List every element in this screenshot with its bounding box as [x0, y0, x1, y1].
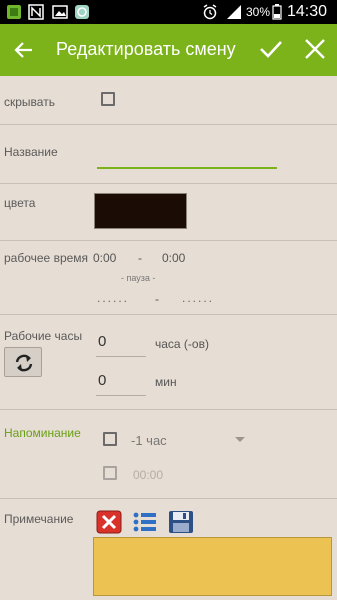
- minutes-unit: мин: [155, 375, 177, 389]
- sync-notification-icon: [75, 5, 89, 19]
- divider: [0, 409, 337, 410]
- pause-start[interactable]: ......: [97, 291, 129, 305]
- pause-label: - пауза -: [121, 273, 156, 283]
- save-icon[interactable]: [168, 510, 194, 534]
- divider: [0, 124, 337, 125]
- name-input[interactable]: [97, 151, 277, 169]
- app-notification-icon: [7, 5, 21, 19]
- start-time[interactable]: 0:00: [93, 251, 116, 265]
- recalculate-button[interactable]: [4, 347, 42, 377]
- color-swatch[interactable]: [94, 193, 187, 229]
- pause-separator: -: [155, 292, 159, 306]
- time-separator: -: [138, 251, 142, 265]
- status-bar: 30% 14:30: [0, 0, 337, 24]
- color-label: цвета: [4, 196, 36, 210]
- hours-input[interactable]: 0: [98, 333, 106, 350]
- work-time-label: рабочее время: [4, 251, 89, 265]
- signal-icon: [227, 5, 241, 19]
- divider: [0, 314, 337, 315]
- hours-input-underline: [96, 356, 146, 357]
- name-label: Название: [4, 145, 58, 159]
- reminder-time[interactable]: 00:00: [133, 468, 163, 482]
- hide-label: скрывать: [4, 95, 55, 109]
- divider: [0, 498, 337, 499]
- divider: [0, 240, 337, 241]
- close-icon[interactable]: [303, 37, 327, 61]
- minutes-input-underline: [96, 395, 146, 396]
- page-title: Редактировать смену: [56, 39, 236, 59]
- battery-icon: [272, 4, 282, 20]
- status-clock: 14:30: [287, 3, 328, 20]
- list-icon[interactable]: [132, 510, 158, 534]
- hide-checkbox[interactable]: [101, 92, 115, 106]
- chevron-down-icon[interactable]: [235, 437, 245, 442]
- reminder-time-checkbox[interactable]: [103, 466, 117, 480]
- end-time[interactable]: 0:00: [162, 251, 185, 265]
- pause-end[interactable]: ......: [182, 291, 214, 305]
- arrow-back-icon[interactable]: [12, 38, 36, 62]
- reminder-checkbox[interactable]: [103, 432, 117, 446]
- reminder-dropdown[interactable]: -1 час: [131, 433, 167, 448]
- refresh-icon: [15, 354, 33, 372]
- battery-percent: 30%: [246, 5, 271, 19]
- image-notification-icon: [52, 5, 68, 19]
- minutes-input[interactable]: 0: [98, 372, 106, 389]
- note-label: Примечание: [4, 512, 74, 526]
- delete-icon[interactable]: [96, 510, 122, 534]
- app-bar: Редактировать смену: [0, 24, 337, 76]
- check-icon[interactable]: [258, 36, 284, 62]
- divider: [0, 183, 337, 184]
- alarm-icon: [203, 4, 217, 20]
- work-hours-label: Рабочие часы: [4, 329, 83, 343]
- note-textarea[interactable]: [93, 537, 332, 596]
- reminder-label: Напоминание: [4, 426, 81, 440]
- n-notification-icon: [28, 4, 44, 20]
- hours-unit: часа (-ов): [155, 337, 209, 351]
